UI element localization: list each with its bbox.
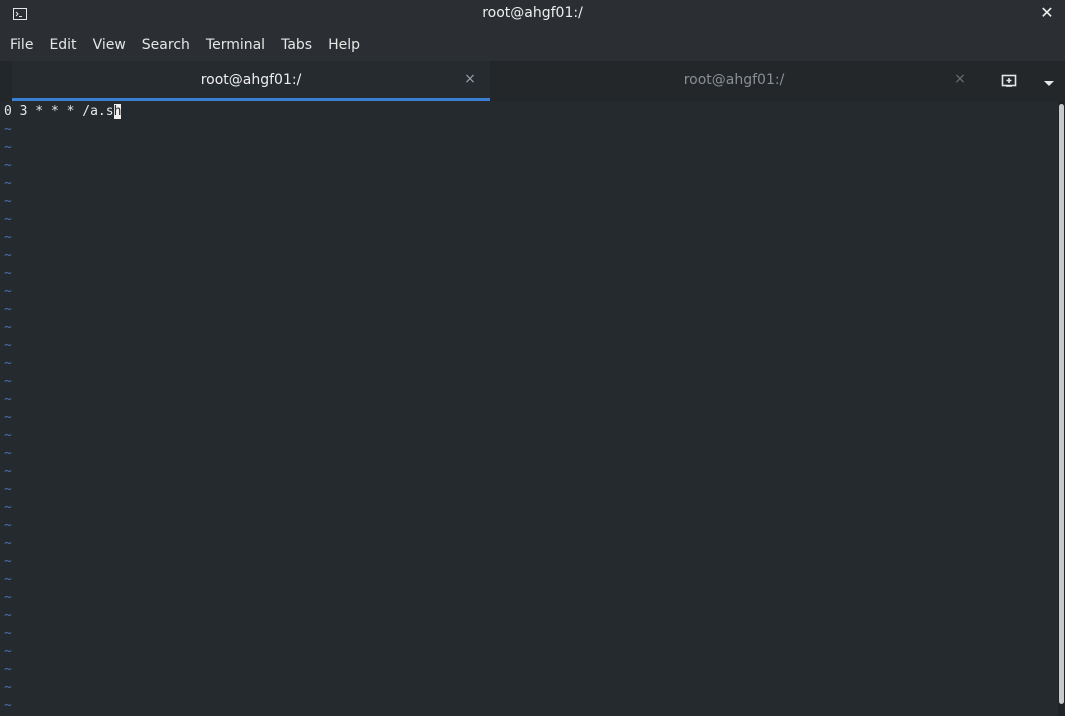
vim-tilde-marker: ~	[4, 572, 12, 587]
window-close-button[interactable]: ✕	[1038, 3, 1056, 23]
tab-root-active[interactable]: root@ahgf01:/ ×	[12, 61, 490, 101]
vim-tilde-marker: ~	[4, 644, 12, 659]
vim-tilde-marker: ~	[4, 230, 12, 245]
menu-view[interactable]: View	[93, 29, 126, 61]
line-text: 0 3 * * * /a.s	[4, 104, 114, 119]
scrollbar[interactable]	[1058, 101, 1065, 716]
vim-tilde-marker: ~	[4, 446, 12, 461]
vim-tilde-marker: ~	[4, 194, 12, 209]
vim-tilde-marker: ~	[4, 464, 12, 479]
vim-tilde-marker: ~	[4, 482, 12, 497]
vim-tilde-marker: ~	[4, 302, 12, 317]
vim-tilde-marker: ~	[4, 122, 12, 137]
tab-root-inactive[interactable]: root@ahgf01:/ ×	[492, 61, 976, 101]
vim-tilde-marker: ~	[4, 248, 12, 263]
vim-tilde-marker: ~	[4, 212, 12, 227]
menu-tabs[interactable]: Tabs	[281, 29, 312, 61]
terminal-line: 0 3 * * * /a.sh	[4, 103, 122, 121]
vim-tilde-marker: ~	[4, 680, 12, 695]
vim-tilde-marker: ~	[4, 698, 12, 713]
vim-tilde-marker: ~	[4, 266, 12, 281]
vim-tilde-marker: ~	[4, 320, 12, 335]
vim-tilde-marker: ~	[4, 662, 12, 677]
vim-tilde-marker: ~	[4, 176, 12, 191]
window-title: root@ahgf01:/	[482, 5, 583, 21]
tab-close-button[interactable]: ×	[462, 71, 478, 87]
tab-label: root@ahgf01:/	[683, 72, 785, 88]
vim-tilde-marker: ~	[4, 284, 12, 299]
new-tab-icon[interactable]	[1000, 72, 1020, 90]
text-cursor: h	[113, 104, 122, 119]
scrollbar-thumb[interactable]	[1059, 104, 1064, 704]
menu-search[interactable]: Search	[142, 29, 190, 61]
vim-tilde-marker: ~	[4, 626, 12, 641]
vim-tilde-marker: ~	[4, 410, 12, 425]
menu-edit[interactable]: Edit	[49, 29, 76, 61]
terminal-window: root@ahgf01:/ ✕ File Edit View Search Te…	[0, 0, 1065, 716]
vim-tilde-marker: ~	[4, 590, 12, 605]
vim-tilde-marker: ~	[4, 374, 12, 389]
vim-tilde-marker: ~	[4, 356, 12, 371]
terminal-content[interactable]: 0 3 * * * /a.sh ~ ~ ~ ~ ~ ~ ~ ~ ~ ~ ~ ~ ~ ~ ~ ~ ~ ~ ~ ~ ~ ~ ~ ~…	[0, 101, 1058, 716]
vim-tilde-marker: ~	[4, 608, 12, 623]
vim-tilde-marker: ~	[4, 554, 12, 569]
chevron-down-icon[interactable]	[1041, 75, 1057, 87]
vim-tilde-marker: ~	[4, 140, 12, 155]
tab-close-button[interactable]: ×	[952, 71, 968, 87]
tab-label: root@ahgf01:/	[200, 72, 302, 88]
vim-tilde-marker: ~	[4, 158, 12, 173]
vim-tilde-marker: ~	[4, 338, 12, 353]
vim-tilde-marker: ~	[4, 392, 12, 407]
vim-tilde-marker: ~	[4, 518, 12, 533]
menu-file[interactable]: File	[10, 29, 33, 61]
vim-tilde-marker: ~	[4, 536, 12, 551]
title-bar: root@ahgf01:/ ✕	[0, 0, 1065, 29]
tab-bar: root@ahgf01:/ × root@ahgf01:/ ×	[0, 61, 1065, 102]
menu-bar: File Edit View Search Terminal Tabs Help	[0, 29, 1065, 61]
menu-terminal[interactable]: Terminal	[206, 29, 265, 61]
vim-tilde-marker: ~	[4, 500, 12, 515]
menu-help[interactable]: Help	[328, 29, 360, 61]
vim-tilde-marker: ~	[4, 428, 12, 443]
